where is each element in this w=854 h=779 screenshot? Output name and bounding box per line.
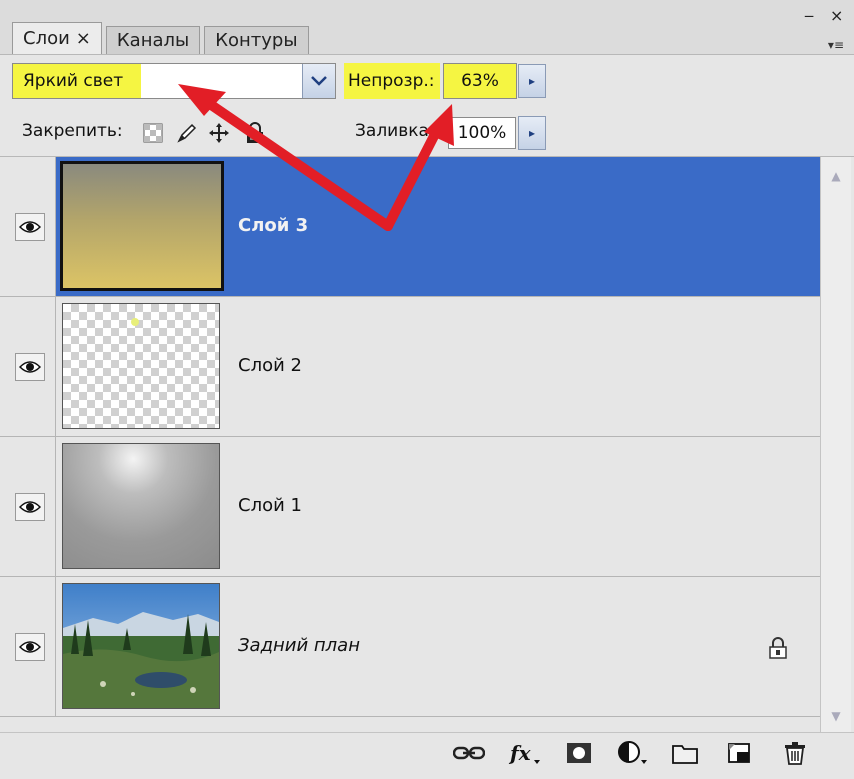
eye-icon[interactable] bbox=[15, 633, 45, 661]
minimize-icon[interactable]: ‒ bbox=[804, 6, 814, 25]
svg-text:fx: fx bbox=[508, 741, 532, 765]
add-mask-icon[interactable] bbox=[562, 739, 596, 767]
tab-channels-label: Каналы bbox=[116, 30, 190, 51]
panel-titlebar: ‒ × Слои × Каналы Контуры ▾≡ bbox=[0, 0, 854, 54]
visibility-cell bbox=[0, 437, 56, 576]
lock-icon bbox=[768, 637, 788, 664]
layers-toolbar: fx bbox=[0, 732, 854, 779]
scroll-up-icon[interactable]: ▲ bbox=[825, 165, 847, 187]
blend-row: Яркий свет Непрозр.: 63% ▸ bbox=[0, 54, 854, 111]
layer-thumbnail bbox=[62, 443, 220, 569]
new-layer-icon[interactable] bbox=[722, 739, 756, 767]
fill-input[interactable]: 100% bbox=[448, 117, 516, 149]
opacity-input[interactable]: 63% bbox=[443, 63, 517, 99]
visibility-cell bbox=[0, 577, 56, 716]
layer-name[interactable]: Слой 2 bbox=[238, 355, 302, 376]
layer-name[interactable]: Слой 3 bbox=[238, 215, 308, 236]
eye-icon[interactable] bbox=[15, 493, 45, 521]
visibility-cell bbox=[0, 297, 56, 436]
new-group-folder-icon[interactable] bbox=[668, 739, 702, 767]
eye-icon[interactable] bbox=[15, 353, 45, 381]
chevron-right-icon: ▸ bbox=[528, 126, 536, 140]
layer-thumbnail bbox=[62, 303, 220, 429]
blend-mode-value: Яркий свет bbox=[13, 64, 141, 98]
layers-scrollbar[interactable]: ▲ ▼ bbox=[820, 157, 851, 732]
layer-row[interactable]: Слой 3 bbox=[0, 157, 820, 297]
tab-paths-label: Контуры bbox=[215, 30, 298, 51]
lock-transparent-pixels-icon[interactable] bbox=[142, 122, 164, 144]
fill-slider-button[interactable]: ▸ bbox=[518, 116, 546, 150]
blend-mode-select[interactable]: Яркий свет bbox=[12, 63, 336, 99]
layer-row[interactable]: Слой 2 bbox=[0, 297, 820, 437]
lock-all-icon[interactable] bbox=[244, 122, 266, 144]
chevron-down-icon[interactable] bbox=[302, 64, 335, 98]
layer-row[interactable]: Слой 1 bbox=[0, 437, 820, 577]
layers-panel: ‒ × Слои × Каналы Контуры ▾≡ Яркий свет … bbox=[0, 0, 854, 779]
lock-row: Закрепить: Заливка: 100% ▸ bbox=[0, 110, 854, 157]
layer-name[interactable]: Задний план bbox=[238, 635, 360, 656]
lock-position-icon[interactable] bbox=[208, 122, 230, 144]
opacity-slider-button[interactable]: ▸ bbox=[518, 64, 546, 98]
tab-channels[interactable]: Каналы bbox=[105, 26, 201, 54]
layer-thumbnail bbox=[62, 583, 220, 709]
opacity-label: Непрозр.: bbox=[344, 63, 440, 99]
tab-paths[interactable]: Контуры bbox=[204, 26, 309, 54]
tab-close-icon[interactable]: × bbox=[76, 28, 91, 49]
delete-layer-trash-icon[interactable] bbox=[778, 739, 812, 767]
eye-icon[interactable] bbox=[15, 213, 45, 241]
scroll-down-icon[interactable]: ▼ bbox=[825, 705, 847, 727]
layers-list: Слой 3 Слой 2 Слой 1 Задний план bbox=[0, 157, 820, 717]
link-layers-icon[interactable] bbox=[452, 739, 486, 767]
chevron-right-icon: ▸ bbox=[528, 74, 536, 88]
fill-label: Заливка: bbox=[355, 121, 435, 141]
close-panel-icon[interactable]: × bbox=[830, 6, 843, 25]
adjustment-layer-icon[interactable] bbox=[616, 739, 650, 767]
visibility-cell bbox=[0, 157, 56, 296]
lock-label: Закрепить: bbox=[22, 121, 123, 141]
tab-layers-label: Слои bbox=[23, 28, 70, 49]
layer-row[interactable]: Задний план bbox=[0, 577, 820, 717]
tab-layers[interactable]: Слои × bbox=[12, 22, 102, 54]
layer-name[interactable]: Слой 1 bbox=[238, 495, 302, 516]
layer-thumbnail bbox=[60, 161, 224, 291]
lock-image-pixels-icon[interactable] bbox=[176, 122, 198, 144]
panel-tabs: Слои × Каналы Контуры bbox=[12, 22, 313, 54]
layer-style-fx-icon[interactable]: fx bbox=[508, 739, 542, 767]
panel-menu-icon[interactable]: ▾≡ bbox=[828, 38, 844, 52]
